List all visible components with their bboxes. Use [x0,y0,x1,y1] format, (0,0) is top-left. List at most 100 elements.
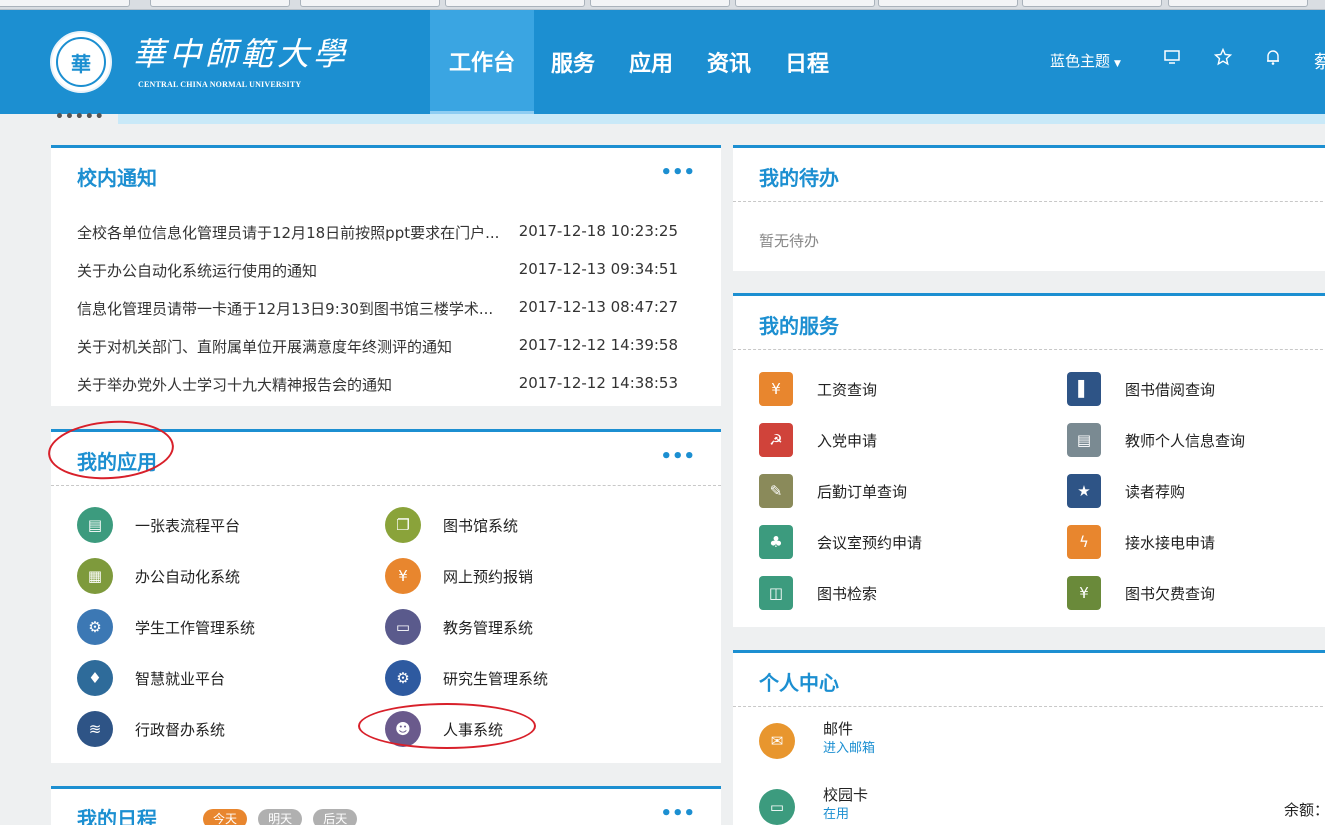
app-item[interactable]: ¥ 网上预约报销 [385,558,533,594]
service-item[interactable]: ◫ 图书检索 [759,575,877,611]
app-label: 办公自动化系统 [135,567,241,586]
browser-tab[interactable] [1168,0,1308,7]
star-icon[interactable] [1212,47,1234,71]
app-label: 研究生管理系统 [443,669,549,688]
browser-tab[interactable] [445,0,585,7]
mail-icon: ✉ [759,723,795,759]
nav-tab-apps[interactable]: 应用 [612,10,690,114]
my-services-panel: 我的服务 ¥ 工资查询 ▌ 图书借阅查询 ☭ 入党申请 ▤ 教师个人信息查询 ✎… [733,293,1325,627]
campus-card-item[interactable]: ▭ 校园卡 在用 [759,785,868,825]
service-item[interactable]: ¥ 工资查询 [759,371,877,407]
notice-time: 2017-12-12 14:39:58 [518,336,678,354]
notice-item[interactable]: 信息化管理员请带一卡通于12月13日9:30到图书馆三楼学术... 2017-1… [77,298,695,336]
theme-label: 蓝色主题 [1050,52,1111,70]
app-item[interactable]: ▤ 一张表流程平台 [77,507,240,543]
service-label: 入党申请 [817,431,878,450]
app-item[interactable]: ❐ 图书馆系统 [385,507,518,543]
more-icon[interactable]: ••• [660,162,695,183]
notice-item[interactable]: 关于办公自动化系统运行使用的通知 2017-12-13 09:34:51 [77,260,695,298]
divider [733,201,1325,202]
browser-tab[interactable] [1022,0,1162,7]
notice-title[interactable]: 关于举办党外人士学习十九大精神报告会的通知 [77,374,507,395]
notice-item[interactable]: 关于举办党外人士学习十九大精神报告会的通知 2017-12-12 14:38:5… [77,374,695,412]
notice-time: 2017-12-12 14:38:53 [518,374,678,392]
todo-title: 我的待办 [759,166,839,190]
notice-title[interactable]: 全校各单位信息化管理员请于12月18日前按照ppt要求在门户... [77,222,507,243]
divider [51,485,721,486]
service-label: 图书借阅查询 [1125,380,1216,399]
browser-tab[interactable] [878,0,1018,7]
grad-settings-icon: ⚙ [385,660,421,696]
tag-day-after[interactable]: 后天 [313,809,358,825]
service-item[interactable]: ¥ 图书欠费查询 [1067,575,1215,611]
notice-item[interactable]: 关于对机关部门、直附属单位开展满意度年终测评的通知 2017-12-12 14:… [77,336,695,374]
notice-item[interactable]: 全校各单位信息化管理员请于12月18日前按照ppt要求在门户... 2017-1… [77,222,695,260]
tag-today[interactable]: 今天 [203,809,248,825]
nav-tab-news[interactable]: 资讯 [690,10,768,114]
app-item[interactable]: ♦ 智慧就业平台 [77,660,225,696]
teaching-icon: ▭ [385,609,421,645]
app-item[interactable]: ⚙ 研究生管理系统 [385,660,548,696]
mail-item[interactable]: ✉ 邮件 进入邮箱 [759,719,875,769]
service-label: 教师个人信息查询 [1125,431,1246,450]
nav-tab-schedule[interactable]: 日程 [768,10,846,114]
service-item[interactable]: ✎ 后勤订单查询 [759,473,907,509]
schedule-title: 我的日程 [77,807,157,825]
more-icon[interactable]: ••• [660,803,695,824]
app-item[interactable]: ▦ 办公自动化系统 [77,558,240,594]
browser-tab[interactable] [300,0,440,7]
header-underline-strip [0,114,1325,124]
app-item[interactable]: ▭ 教务管理系统 [385,609,533,645]
app-item[interactable]: ⚙ 学生工作管理系统 [77,609,255,645]
power-drop-icon: ϟ [1067,525,1101,559]
service-label: 后勤订单查询 [817,482,908,501]
service-item[interactable]: ★ 读者荐购 [1067,473,1185,509]
app-label: 一张表流程平台 [135,516,241,535]
reimburse-icon: ¥ [385,558,421,594]
service-item[interactable]: ▤ 教师个人信息查询 [1067,422,1245,458]
notice-title[interactable]: 关于办公自动化系统运行使用的通知 [77,260,507,281]
my-services-title: 我的服务 [759,314,839,338]
university-name-logo[interactable]: 華中師範大學 [133,34,349,74]
theme-dropdown[interactable]: 蓝色主题 ▼ [1050,50,1121,71]
app-label: 图书馆系统 [443,516,519,535]
todo-panel: 我的待办 暂无待办 [733,145,1325,271]
service-label: 工资查询 [817,380,878,399]
party-emblem-icon: ☭ [759,423,793,457]
form-table-icon: ▤ [77,507,113,543]
browser-tab[interactable] [590,0,730,7]
app-label: 智慧就业平台 [135,669,226,688]
browser-tab[interactable] [150,0,290,7]
bell-icon[interactable] [1262,48,1284,71]
service-item[interactable]: ☭ 入党申请 [759,422,877,458]
drag-handle-dots[interactable]: ••••• [55,109,105,125]
university-seal-logo[interactable]: 華 [50,31,112,93]
service-item[interactable]: ♣ 会议室预约申请 [759,524,922,560]
service-item[interactable]: ϟ 接水接电申请 [1067,524,1215,560]
tag-tomorrow[interactable]: 明天 [258,809,303,825]
notice-title[interactable]: 信息化管理员请带一卡通于12月13日9:30到图书馆三楼学术... [77,298,507,319]
meeting-icon: ♣ [759,525,793,559]
user-name[interactable]: 蔡 [1314,48,1325,74]
office-doc-icon: ▦ [77,558,113,594]
browser-tab[interactable] [0,0,130,7]
schedule-day-tabs: 今天 明天 后天 [203,808,363,825]
monitor-icon[interactable] [1161,48,1183,71]
campus-card-status[interactable]: 在用 [823,805,868,825]
nav-tab-services[interactable]: 服务 [534,10,612,114]
browser-tab[interactable] [735,0,875,7]
app-item[interactable]: ≋ 行政督办系统 [77,711,225,747]
more-icon[interactable]: ••• [660,446,695,467]
main-nav: 工作台 服务 应用 资讯 日程 [430,10,846,114]
service-item[interactable]: ▌ 图书借阅查询 [1067,371,1215,407]
app-label: 网上预约报销 [443,567,534,586]
nav-tab-workbench[interactable]: 工作台 [430,10,534,114]
notice-title[interactable]: 关于对机关部门、直附属单位开展满意度年终测评的通知 [77,336,507,357]
todo-empty-text: 暂无待办 [759,232,820,250]
student-settings-icon: ⚙ [77,609,113,645]
service-label: 读者荐购 [1125,482,1186,501]
mail-link[interactable]: 进入邮箱 [823,739,875,759]
order-list-icon: ✎ [759,474,793,508]
fee-coin-icon: ¥ [1067,576,1101,610]
service-label: 图书检索 [817,584,878,603]
